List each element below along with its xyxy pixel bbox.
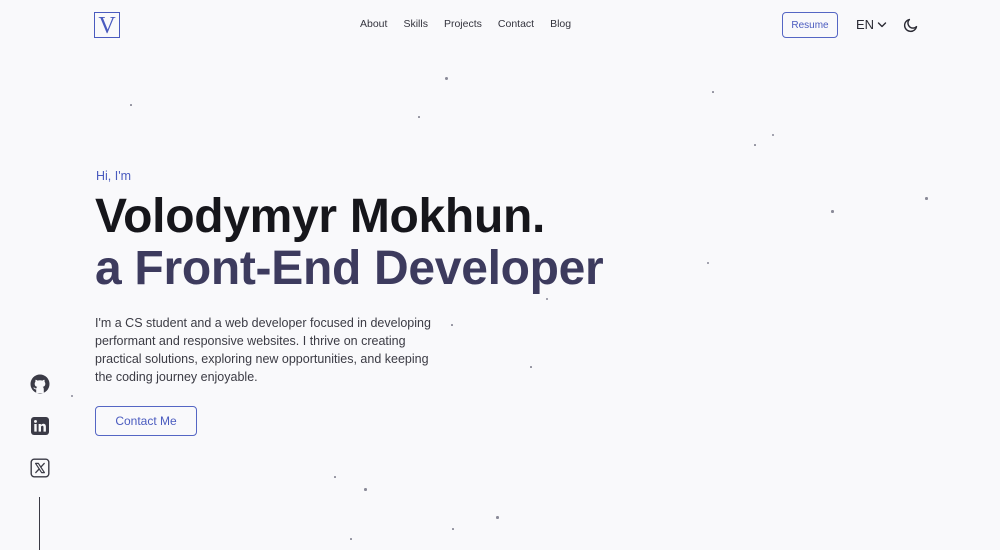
linkedin-icon	[31, 417, 49, 435]
contact-me-button[interactable]: Contact Me	[95, 406, 197, 436]
hero-name: Volodymyr Mokhun.	[95, 190, 546, 243]
resume-button[interactable]: Resume	[782, 12, 838, 38]
nav-link-projects[interactable]: Projects	[444, 18, 482, 30]
hero-role: a Front-End Developer	[95, 242, 604, 295]
social-divider-line	[39, 497, 40, 550]
nav-link-contact[interactable]: Contact	[498, 18, 534, 30]
moon-icon[interactable]	[903, 17, 919, 33]
site-logo[interactable]: V	[94, 12, 120, 38]
portfolio-page: V About Skills Projects Contact Blog Res…	[0, 0, 1000, 550]
linkedin-link[interactable]	[30, 416, 50, 436]
chevron-down-icon	[877, 22, 887, 28]
nav-link-blog[interactable]: Blog	[550, 18, 571, 30]
main-nav: About Skills Projects Contact Blog	[360, 18, 571, 30]
x-twitter-link[interactable]	[30, 458, 50, 478]
hero-greeting: Hi, I'm	[96, 169, 132, 183]
nav-link-about[interactable]: About	[360, 18, 387, 30]
logo-letter: V	[98, 12, 116, 39]
language-selector[interactable]: EN	[856, 17, 887, 32]
x-twitter-icon	[30, 458, 50, 478]
nav-link-skills[interactable]: Skills	[403, 18, 428, 30]
hero-bio: I'm a CS student and a web developer foc…	[95, 316, 431, 384]
language-label: EN	[856, 17, 875, 32]
github-link[interactable]	[30, 374, 50, 394]
github-icon	[30, 374, 50, 394]
